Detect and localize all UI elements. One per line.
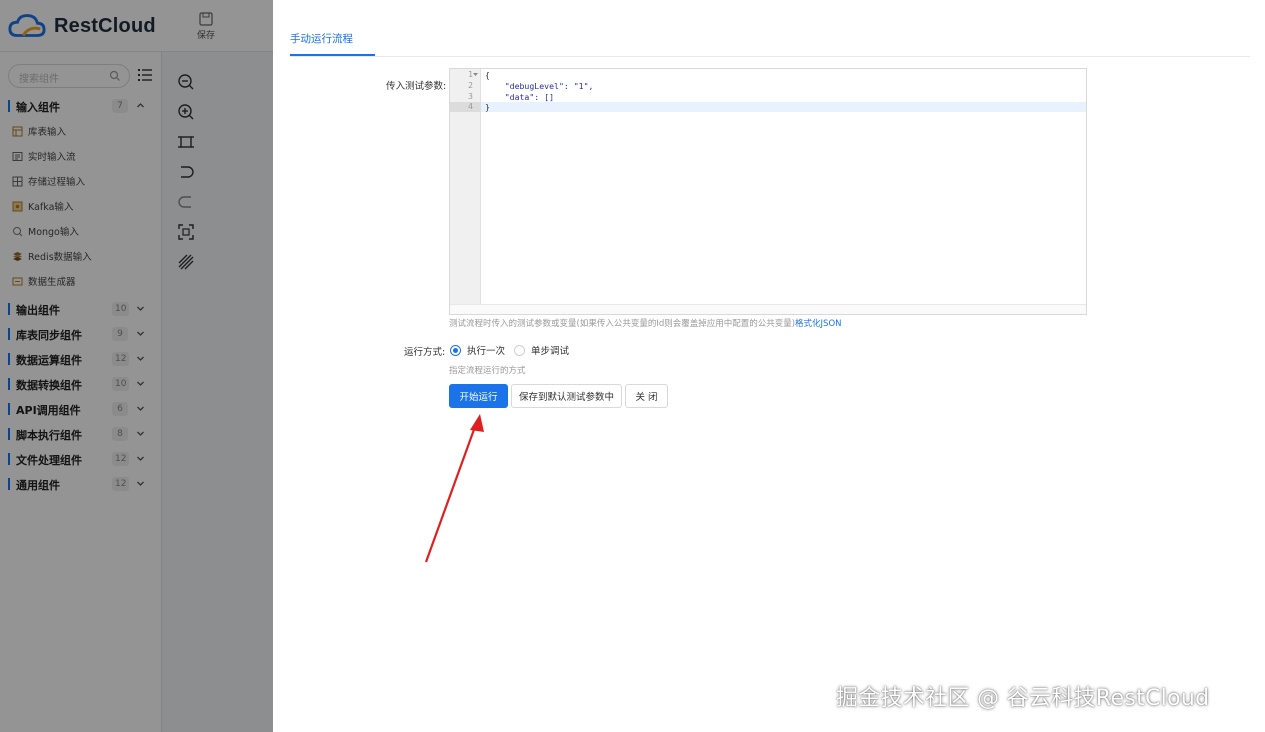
code-line: } — [485, 102, 490, 112]
line-number-gutter: 1 2 3 4 — [450, 69, 481, 304]
json-params-editor[interactable]: 1 2 3 4 { "debugLevel": "1", "data": [] … — [449, 68, 1087, 315]
line-number: 3 — [468, 92, 473, 101]
params-hint-text: 测试流程时传入的测试参数或变量(如果传入公共变量的Id则会覆盖掉应用中配置的公共… — [449, 319, 796, 329]
annotation-arrow-icon — [424, 414, 484, 563]
radio-dot — [450, 344, 461, 356]
run-once-radio[interactable]: 执行一次 — [450, 343, 505, 357]
fold-arrow-icon[interactable] — [473, 72, 478, 77]
params-label: 传入测试参数: — [386, 81, 447, 92]
format-json-link[interactable]: 格式化JSON — [795, 319, 841, 329]
radio-label: 执行一次 — [467, 346, 506, 357]
code-line: { — [485, 70, 490, 80]
code-line: "debugLevel": "1", — [485, 81, 594, 91]
run-mode-hint: 指定流程运行的方式 — [449, 366, 526, 376]
modal-backdrop[interactable] — [0, 0, 273, 732]
tab-divider — [290, 56, 1250, 57]
radio-label: 单步调试 — [531, 346, 570, 357]
line-number: 4 — [468, 102, 473, 111]
tab-manual-run[interactable]: 手动运行流程 — [290, 31, 353, 46]
run-flow-dialog: 手动运行流程 传入测试参数: 1 2 3 4 { "debugLevel": "… — [273, 0, 1265, 732]
save-default-params-button[interactable]: 保存到默认测试参数中 — [511, 384, 622, 408]
start-run-button[interactable]: 开始运行 — [449, 384, 508, 408]
run-mode-label: 运行方式: — [404, 347, 446, 358]
active-line-highlight — [481, 102, 1086, 112]
params-hint: 测试流程时传入的测试参数或变量(如果传入公共变量的Id则会覆盖掉应用中配置的公共… — [449, 317, 842, 329]
close-button[interactable]: 关 闭 — [625, 384, 668, 408]
step-debug-radio[interactable]: 单步调试 — [514, 343, 569, 357]
line-number: 2 — [468, 81, 473, 90]
radio-dot — [514, 344, 525, 356]
code-line: "data": [] — [485, 92, 555, 102]
watermark-text: 掘金技术社区 @ 谷云科技RestCloud — [836, 686, 1210, 711]
active-line-gutter — [450, 102, 481, 112]
editor-scrollbar[interactable] — [450, 304, 1086, 314]
